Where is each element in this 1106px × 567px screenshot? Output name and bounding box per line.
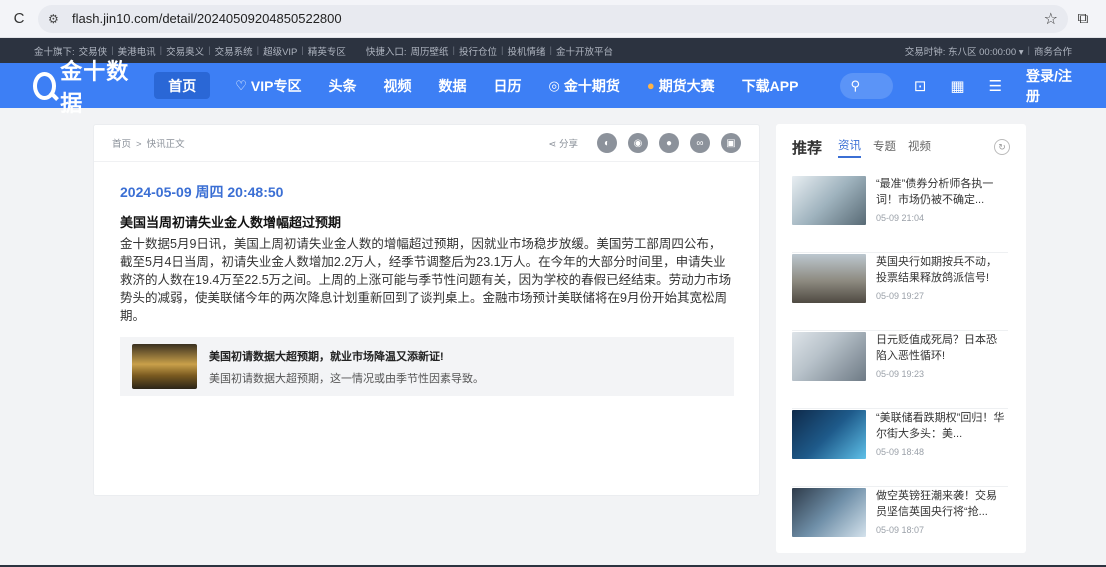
top-link-aoyi[interactable]: 交易奥义 <box>166 44 204 58</box>
qq-icon[interactable]: ● <box>659 133 679 153</box>
link-icon[interactable]: ∞ <box>690 133 710 153</box>
top-link-elite[interactable]: 精英专区 <box>308 44 346 58</box>
nav-headlines[interactable]: 头条 <box>328 72 356 99</box>
sidebar-header: 推荐 资讯 专题 视频 ↻ <box>776 124 1026 170</box>
tab-news[interactable]: 资讯 <box>838 137 862 158</box>
site-settings-icon[interactable]: ⚙ <box>48 12 66 26</box>
quick-link-positions[interactable]: 投行仓位 <box>459 44 497 58</box>
vip-icon: ♡ <box>235 77 247 93</box>
news-thumbnail <box>792 488 866 537</box>
breadcrumb: 首页 > 快讯正文 <box>112 136 185 150</box>
news-time: 05-09 19:27 <box>876 291 925 301</box>
tv-icon[interactable]: ⊡ <box>914 77 927 95</box>
nav-video[interactable]: 视频 <box>383 72 411 99</box>
news-time: 05-09 19:23 <box>876 369 925 379</box>
news-item[interactable]: “美联储看跌期权”回归！华尔街大多头：美... 05-09 18:48 <box>792 410 1008 487</box>
news-thumbnail <box>792 176 866 225</box>
article-card: 首页 > 快讯正文 ⋖ 分享 ◐ ◉ ● ∞ ▣ 2024-05-09 周四 20:… <box>93 124 760 496</box>
news-thumbnail <box>792 254 866 303</box>
quick-link-wallpaper[interactable]: 周历壁纸 <box>411 44 449 58</box>
nav-futures[interactable]: ◎ 金十期货 <box>548 72 619 99</box>
content-area: 首页 > 快讯正文 ⋖ 分享 ◐ ◉ ● ∞ ▣ 2024-05-09 周四 20:… <box>0 108 1106 567</box>
news-title: “美联储看跌期权”回归！华尔街大多头：美... <box>876 412 1005 440</box>
nav-download-app[interactable]: 下载APP <box>742 72 799 99</box>
nav-data[interactable]: 数据 <box>438 72 466 99</box>
logo-icon <box>33 71 57 100</box>
news-time: 05-09 21:04 <box>876 213 925 223</box>
url-text[interactable]: flash.jin10.com/detail/20240509204850522… <box>72 11 1044 26</box>
nav-data-label: 数据 <box>438 77 467 94</box>
top-link-system[interactable]: 交易系统 <box>215 44 253 58</box>
reload-icon[interactable]: C <box>8 10 30 27</box>
news-time: 05-09 18:07 <box>876 525 925 535</box>
quick-link-open-platform[interactable]: 金十开放平台 <box>556 44 613 58</box>
recommend-sidebar: 推荐 资讯 专题 视频 ↻ “最准”债券分析师各执一词！市场仍被不确定... 0… <box>776 124 1026 553</box>
news-title: 日元贬值成死局？日本恐陷入恶性循环! <box>876 334 997 362</box>
nav-home-label: 首页 <box>168 77 197 94</box>
breadcrumb-separator: > <box>136 139 142 150</box>
nav-home[interactable]: 首页 <box>154 72 211 99</box>
futures-icon: ◎ <box>548 77 560 93</box>
nav-contest[interactable]: ● 期货大赛 <box>647 72 715 99</box>
nav-video-label: 视频 <box>383 77 412 94</box>
main-nav: 金十数据 首页 ♡ VIP专区 头条 视频 数据 日历 ◎ 金十期货 ● 期货大赛 下… <box>0 59 1106 116</box>
sidebar-title: 推荐 <box>792 139 823 157</box>
news-item[interactable]: 做空英镑狂潮来袭！交易员坚信英国央行将“抢... 05-09 18:07 <box>792 488 1008 565</box>
nav-calendar[interactable]: 日历 <box>493 72 521 99</box>
weibo-icon[interactable]: ◉ <box>628 133 648 153</box>
quick-link-sentiment[interactable]: 投机情绪 <box>507 44 545 58</box>
tab-videos[interactable]: 视频 <box>908 138 931 157</box>
top-links-bar: 金十旗下: 交易侠 | 美港电讯 | 交易奥义 | 交易系统 | 超级VIP | 精英专区… <box>0 38 1106 63</box>
nav-calendar-label: 日历 <box>493 77 522 94</box>
quick-entry-label: 快捷入口: <box>365 46 407 58</box>
bookmark-star-icon[interactable]: ☆ <box>1044 9 1058 29</box>
business-link[interactable]: 商务合作 <box>1034 44 1072 58</box>
related-title: 美国初请数据大超预期，就业市场降温又添新证! <box>209 350 444 363</box>
related-desc: 美国初请数据大超预期，这一情况或由季节性因素导致。 <box>209 372 484 385</box>
article-body: 金十数据5月9日讯，美国上周初请失业金人数的增幅超过预期，因就业市场稳步放缓。美… <box>120 237 732 323</box>
refresh-icon[interactable]: ↻ <box>994 139 1010 155</box>
article-time: 2024-05-09 周四 20:48:50 <box>120 184 284 200</box>
related-thumbnail <box>132 344 197 389</box>
share-label: ⋖ 分享 <box>548 139 578 150</box>
nav-vip[interactable]: ♡ VIP专区 <box>235 72 301 99</box>
address-bar[interactable]: ⚙ flash.jin10.com/detail/202405092048505… <box>38 4 1068 33</box>
trading-clock[interactable]: 交易时钟: 东八区 00:00:00 ▾ <box>905 44 1024 58</box>
menu-icon[interactable]: ☰ <box>989 77 1002 95</box>
news-title: 做空英镑狂潮来袭！交易员坚信英国央行将“抢... <box>876 490 997 518</box>
news-item[interactable]: 日元贬值成死局？日本恐陷入恶性循环! 05-09 19:23 <box>792 332 1008 409</box>
news-item[interactable]: “最准”债券分析师各执一词！市场仍被不确定... 05-09 21:04 <box>792 176 1008 253</box>
top-link-vip[interactable]: 超级VIP <box>263 44 297 58</box>
news-title: “最准”债券分析师各执一词！市场仍被不确定... <box>876 178 994 206</box>
nav-download-label: 下载APP <box>741 77 799 94</box>
tab-topics[interactable]: 专题 <box>873 138 896 157</box>
article-header: 首页 > 快讯正文 ⋖ 分享 ◐ ◉ ● ∞ ▣ <box>94 125 759 162</box>
article-title: 美国当周初请失业金人数增幅超过预期 <box>120 216 342 231</box>
extensions-icon[interactable]: ⧉ <box>1068 10 1098 27</box>
breadcrumb-home[interactable]: 首页 <box>112 139 131 150</box>
news-time: 05-09 18:48 <box>876 447 925 457</box>
news-item[interactable]: 英国央行如期按兵不动，投票结果释放鸽派信号! 05-09 19:27 <box>792 254 1008 331</box>
search-input[interactable]: ⚲ <box>840 72 893 99</box>
news-thumbnail <box>792 332 866 381</box>
news-thumbnail <box>792 410 866 459</box>
browser-toolbar: C ⚙ flash.jin10.com/detail/2024050920485… <box>0 0 1106 38</box>
nav-futures-label: 金十期货 <box>563 77 620 94</box>
breadcrumb-current: 快讯正文 <box>146 139 185 150</box>
nav-headlines-label: 头条 <box>328 77 357 94</box>
wechat-icon[interactable]: ◐ <box>597 133 617 153</box>
contest-icon: ● <box>646 78 655 93</box>
copy-icon[interactable]: ▣ <box>721 133 741 153</box>
share-bar: ⋖ 分享 ◐ ◉ ● ∞ ▣ <box>548 133 741 153</box>
search-icon: ⚲ <box>850 77 861 93</box>
news-title: 英国央行如期按兵不动，投票结果释放鸽派信号! <box>876 256 997 284</box>
nav-vip-label: VIP专区 <box>250 77 302 94</box>
nav-contest-label: 期货大赛 <box>658 77 715 94</box>
login-button[interactable]: 登录/注册 <box>1026 66 1073 106</box>
qrcode-icon[interactable]: ▦ <box>950 77 964 95</box>
related-article[interactable]: 美国初请数据大超预期，就业市场降温又添新证! 美国初请数据大超预期，这一情况或由… <box>120 337 734 396</box>
